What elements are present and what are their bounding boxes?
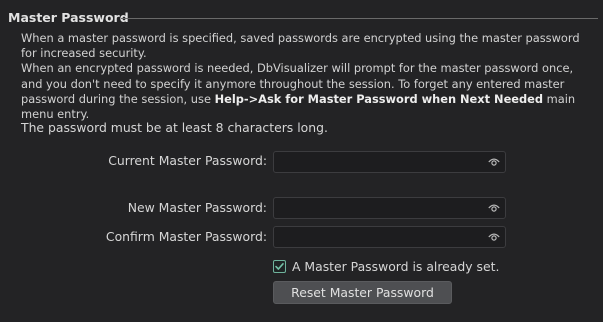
already-set-checkbox[interactable] (273, 260, 286, 273)
description-paragraph-2: When an encrypted password is needed, Db… (21, 61, 596, 122)
current-password-field[interactable] (273, 151, 506, 173)
menu-entry-reference: Help->Ask for Master Password when Next … (214, 91, 544, 106)
eye-icon[interactable] (488, 157, 500, 167)
section-title: Master Password (8, 10, 129, 25)
new-password-input[interactable] (278, 200, 484, 216)
section-header: Master Password (8, 9, 598, 27)
description: When a master password is specified, sav… (21, 31, 596, 122)
checkmark-icon (275, 263, 284, 270)
current-password-input[interactable] (278, 154, 484, 170)
reset-master-password-button[interactable]: Reset Master Password (273, 281, 452, 304)
eye-icon[interactable] (488, 203, 500, 213)
eye-icon[interactable] (488, 232, 500, 242)
confirm-password-label: Confirm Master Password: (105, 229, 267, 244)
password-requirement-text: The password must be at least 8 characte… (21, 120, 328, 135)
new-password-field[interactable] (273, 197, 506, 219)
confirm-password-input[interactable] (278, 229, 484, 245)
current-password-label: Current Master Password: (108, 153, 267, 168)
new-password-label: New Master Password: (127, 200, 267, 215)
description-paragraph-1: When a master password is specified, sav… (21, 31, 580, 61)
section-divider (121, 18, 598, 19)
confirm-password-field[interactable] (273, 226, 506, 248)
already-set-label: A Master Password is already set. (292, 259, 500, 274)
